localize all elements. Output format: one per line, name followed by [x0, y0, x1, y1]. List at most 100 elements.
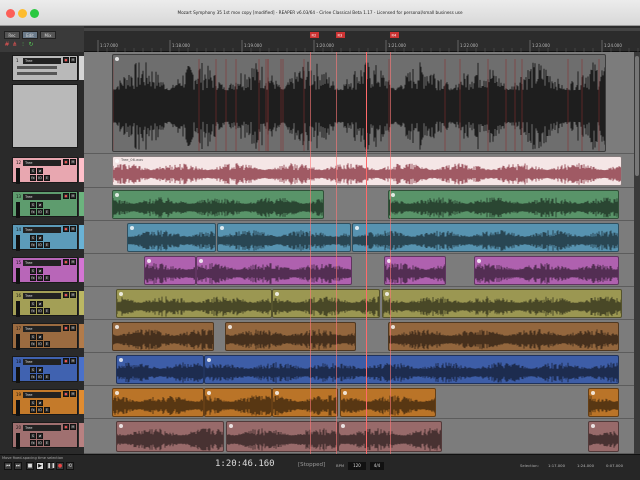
env-button[interactable]: E — [44, 275, 50, 281]
io-button[interactable]: IO — [37, 209, 43, 215]
phase-button[interactable]: ø — [37, 202, 43, 208]
media-item[interactable] — [116, 355, 204, 384]
fx-button[interactable]: fx — [30, 407, 36, 413]
track-panel[interactable]: 20 Tree ● M Sø fx IO E — [12, 422, 84, 449]
media-item[interactable] — [388, 190, 619, 219]
solo-button[interactable]: S — [30, 268, 36, 274]
solo-button[interactable]: S — [30, 433, 36, 439]
play-button[interactable]: ▶ — [36, 462, 44, 470]
tab-mix[interactable]: Mix — [40, 31, 56, 39]
volume-fader[interactable] — [17, 66, 57, 69]
media-item[interactable] — [474, 256, 619, 285]
media-item[interactable]: Tree_06.wav — [112, 156, 622, 186]
media-item[interactable] — [112, 388, 204, 417]
io-button[interactable]: IO — [37, 407, 43, 413]
env-button[interactable]: E — [44, 374, 50, 380]
media-item[interactable] — [388, 322, 619, 351]
track-lane[interactable]: Tree_06.wav — [84, 154, 640, 188]
track-name-field[interactable]: Tree — [23, 227, 61, 233]
pan-fader[interactable] — [17, 72, 57, 75]
env-button[interactable]: E — [44, 175, 50, 181]
track-lane[interactable] — [84, 254, 640, 287]
track-lane[interactable] — [84, 386, 640, 419]
track-name-field[interactable]: Tree — [23, 160, 61, 166]
media-item[interactable] — [384, 256, 446, 285]
track-panel[interactable]: 14 Tree ● M Sø fx IO E — [12, 224, 84, 251]
mute-button[interactable]: M — [70, 292, 76, 298]
track-panel[interactable]: 13 Tree ● M Sø fx IO E — [12, 191, 84, 218]
selection-start[interactable]: 1:17.000 — [548, 463, 565, 468]
env-button[interactable]: E — [44, 407, 50, 413]
track-panel[interactable]: 12 Tree ● M Sø fx IO E — [12, 157, 84, 184]
track-panel[interactable]: 1 Tree ● M — [12, 55, 84, 81]
track-panel[interactable]: 15 Tree ● M Sø fx IO E — [12, 257, 84, 284]
track-name-field[interactable]: Tree — [23, 326, 61, 332]
solo-button[interactable]: S — [30, 235, 36, 241]
solo-button[interactable]: S — [30, 334, 36, 340]
time-selection-bar[interactable] — [84, 28, 640, 31]
fx-button[interactable]: fx — [30, 175, 36, 181]
fx-button[interactable]: fx — [30, 308, 36, 314]
grid-icon[interactable]: # — [4, 41, 10, 48]
phase-button[interactable]: ø — [37, 301, 43, 307]
repeat-button[interactable]: ⟲ — [66, 462, 74, 470]
record-arm-button[interactable]: ● — [63, 159, 69, 165]
solo-button[interactable]: S — [30, 400, 36, 406]
media-item[interactable] — [112, 54, 606, 152]
track-name-field[interactable]: Tree — [23, 194, 61, 200]
track-lane[interactable] — [84, 221, 640, 254]
media-item[interactable] — [144, 256, 196, 285]
record-arm-button[interactable]: ● — [63, 292, 69, 298]
io-button[interactable]: IO — [37, 341, 43, 347]
media-item[interactable] — [588, 421, 619, 452]
fx-button[interactable]: fx — [30, 341, 36, 347]
loop-icon[interactable]: ↻ — [28, 41, 34, 48]
env-button[interactable]: E — [44, 209, 50, 215]
fx-button[interactable]: fx — [30, 374, 36, 380]
media-item[interactable] — [352, 223, 619, 252]
vertical-scrollbar[interactable] — [634, 52, 640, 454]
phase-button[interactable]: ø — [37, 334, 43, 340]
media-item[interactable] — [272, 289, 380, 318]
solo-button[interactable]: S — [30, 202, 36, 208]
mute-button[interactable]: M — [70, 57, 76, 63]
phase-button[interactable]: ø — [37, 268, 43, 274]
mute-button[interactable]: M — [70, 159, 76, 165]
media-item[interactable] — [204, 355, 619, 384]
media-item[interactable] — [226, 421, 338, 452]
phase-button[interactable]: ø — [37, 367, 43, 373]
media-item[interactable] — [204, 388, 272, 417]
env-button[interactable]: E — [44, 308, 50, 314]
record-arm-button[interactable]: ● — [63, 57, 69, 63]
media-item[interactable] — [272, 388, 338, 417]
media-item[interactable] — [217, 223, 351, 252]
phase-button[interactable]: ø — [37, 433, 43, 439]
env-button[interactable]: E — [44, 341, 50, 347]
fx-button[interactable]: fx — [30, 440, 36, 446]
media-item[interactable] — [340, 388, 436, 417]
record-arm-button[interactable]: ● — [63, 259, 69, 265]
phase-button[interactable]: ø — [37, 235, 43, 241]
edit-cursor[interactable] — [366, 52, 367, 454]
record-arm-button[interactable]: ● — [63, 391, 69, 397]
timeline-ruler[interactable]: 1:17.000 1:18.000 1:19.000 1:20.000 1:21.000… — [84, 26, 640, 52]
record-arm-button[interactable]: ● — [63, 325, 69, 331]
fx-button[interactable]: fx — [30, 209, 36, 215]
solo-button[interactable]: S — [30, 301, 36, 307]
io-button[interactable]: IO — [37, 242, 43, 248]
io-button[interactable]: IO — [37, 275, 43, 281]
track-lane[interactable] — [84, 52, 640, 154]
io-button[interactable]: IO — [37, 374, 43, 380]
media-item[interactable] — [382, 289, 622, 318]
track-name-field[interactable]: Tree — [23, 425, 61, 431]
mute-button[interactable]: M — [70, 358, 76, 364]
mute-button[interactable]: M — [70, 193, 76, 199]
track-panel[interactable]: 19 Tree ● M Sø fx IO E — [12, 389, 84, 416]
fx-button[interactable]: fx — [30, 242, 36, 248]
selection-length[interactable]: 0:07.000 — [606, 463, 623, 468]
fx-button[interactable]: fx — [30, 275, 36, 281]
go-end-button[interactable]: ⏭ — [14, 462, 22, 470]
mute-button[interactable]: M — [70, 424, 76, 430]
record-arm-button[interactable]: ● — [63, 193, 69, 199]
tab-edit[interactable]: Edit — [22, 31, 38, 39]
